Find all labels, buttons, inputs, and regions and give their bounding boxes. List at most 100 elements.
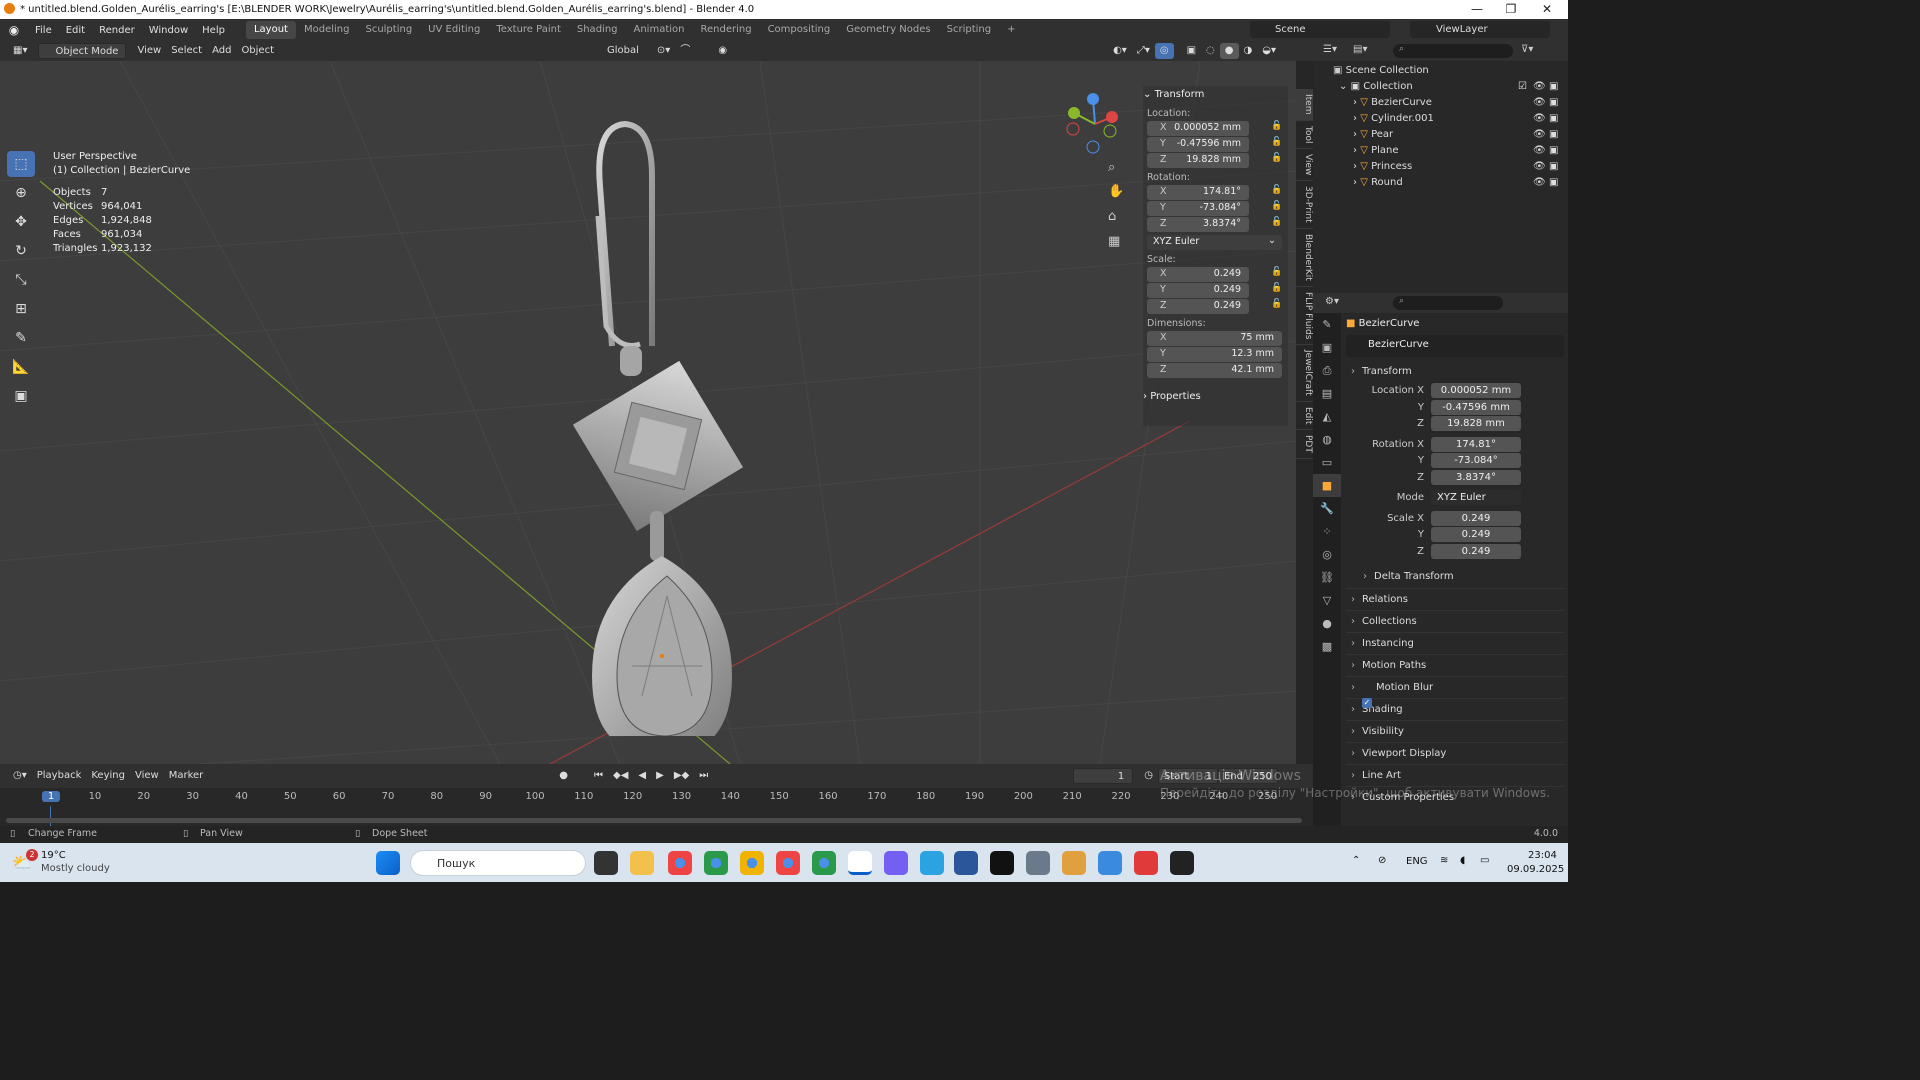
rotation-y-field[interactable]: Y -73.084° 🔓 — [1147, 201, 1282, 216]
lock-icon[interactable]: 🔓 — [1271, 121, 1282, 131]
visibility-section[interactable]: Visibility — [1346, 719, 1564, 743]
display-mode-icon[interactable]: ▤▾ — [1353, 44, 1367, 55]
viber-icon[interactable] — [884, 851, 908, 875]
tab-texture-paint[interactable]: Texture Paint — [488, 21, 569, 39]
texture-tab-icon[interactable]: ▩ — [1313, 635, 1341, 658]
lock-icon[interactable]: 🔓 — [1271, 283, 1282, 293]
tab-view[interactable]: View — [1296, 149, 1313, 182]
marker-menu[interactable]: Marker — [164, 768, 209, 784]
chrome-icon[interactable] — [776, 851, 800, 875]
anydesk-icon[interactable] — [1134, 851, 1158, 875]
word-icon[interactable] — [954, 851, 978, 875]
tab-tool[interactable]: Tool — [1296, 121, 1313, 149]
annotate-tool-icon[interactable]: ✎ — [7, 325, 35, 351]
menu-object[interactable]: Object — [236, 43, 279, 59]
rotation-z-field[interactable]: Z 3.8374° 🔓 — [1147, 217, 1282, 232]
timeline-ruler[interactable]: 1 10 20 30 40 50 60 70 80 90 100 110 120 130 140 150 160… — [0, 788, 1313, 826]
prop-rotation-mode[interactable]: Mode XYZ Euler — [1346, 490, 1564, 506]
tab-jewelcraft[interactable]: JewelCraft — [1296, 345, 1313, 402]
prop-rotation-z[interactable]: Z 3.8374° — [1346, 469, 1564, 486]
menu-window[interactable]: Window — [142, 25, 195, 36]
tab-uv-editing[interactable]: UV Editing — [420, 21, 488, 39]
properties-panel-title[interactable]: › Properties — [1143, 388, 1288, 406]
keying-menu[interactable]: Keying — [86, 768, 130, 784]
modifiers-tab-icon[interactable]: 🔧 — [1313, 497, 1341, 520]
output-tab-icon[interactable]: ⎙ — [1313, 359, 1341, 382]
playhead[interactable] — [50, 806, 51, 826]
tab-geometry-nodes[interactable]: Geometry Nodes — [838, 21, 938, 39]
clock-time[interactable]: 23:04 — [1528, 850, 1557, 861]
record-icon[interactable]: ● — [554, 768, 573, 784]
overlay-toggle-icon[interactable]: ◎ — [1154, 43, 1174, 59]
camera-icon[interactable]: ▣ — [1549, 111, 1558, 127]
line-art-section[interactable]: Line Art — [1346, 763, 1564, 787]
motion-blur-section[interactable]: Motion Blur — [1346, 675, 1564, 699]
eye-icon[interactable]: 👁 — [1533, 143, 1546, 159]
tab-rendering[interactable]: Rendering — [692, 21, 759, 39]
eye-icon[interactable]: 👁 — [1533, 95, 1546, 111]
eye-icon[interactable]: 👁 — [1533, 79, 1546, 95]
tab-modeling[interactable]: Modeling — [296, 21, 358, 39]
file-explorer-icon[interactable] — [630, 851, 654, 875]
camera-icon[interactable]: ▣ — [1549, 159, 1558, 175]
outliner-item-pear[interactable]: › ▽ Pear 👁 ▣ — [1333, 127, 1568, 143]
clock-date[interactable]: 09.09.2025 — [1507, 864, 1564, 875]
blender-menu-icon[interactable]: ◉ — [0, 23, 28, 37]
lock-icon[interactable]: 🔓 — [1271, 137, 1282, 147]
lock-icon[interactable]: 🔓 — [1271, 185, 1282, 195]
wireframe-shading-icon[interactable]: ◌ — [1201, 43, 1220, 59]
scale-tool-icon[interactable]: ⤡ — [7, 267, 35, 293]
timeline-scrollbar[interactable] — [6, 818, 1302, 823]
pivot-icon[interactable]: ⊙▾ — [652, 43, 675, 59]
tab-sculpting[interactable]: Sculpting — [357, 21, 420, 39]
jump-end-icon[interactable]: ⏭ — [694, 768, 713, 784]
constraints-tab-icon[interactable]: ⛓ — [1313, 566, 1341, 589]
prop-scale-x[interactable]: Scale X 0.249 — [1346, 510, 1564, 527]
tab-flip-fluids[interactable]: FLIP Fluids — [1296, 287, 1313, 346]
shading-section[interactable]: Shading — [1346, 697, 1564, 721]
tab-item[interactable]: Item — [1296, 89, 1313, 121]
add-workspace-icon[interactable]: + — [999, 21, 1023, 39]
editor-type-icon[interactable]: ▦▾ — [8, 43, 32, 59]
tab-edit[interactable]: Edit — [1296, 402, 1313, 431]
collection-row[interactable]: ⌄ ▣ Collection ☑ 👁 ▣ — [1333, 79, 1568, 95]
properties-search[interactable]: ⌕ — [1393, 296, 1503, 310]
chrome-icon[interactable] — [740, 851, 764, 875]
checkbox-icon[interactable]: ☑ — [1518, 79, 1527, 95]
outliner-item-beziercurve[interactable]: › ▽ BezierCurve 👁 ▣ — [1333, 95, 1568, 111]
view-menu[interactable]: View — [130, 768, 164, 784]
collections-section[interactable]: Collections — [1346, 609, 1564, 633]
move-tool-icon[interactable]: ✥ — [7, 209, 35, 235]
eye-icon[interactable]: 👁 — [1533, 111, 1546, 127]
viewport-display-section[interactable]: Viewport Display — [1346, 741, 1564, 765]
task-view-icon[interactable] — [594, 851, 618, 875]
solid-shading-icon[interactable]: ● — [1219, 43, 1239, 59]
settings-icon[interactable] — [1026, 851, 1050, 875]
instancing-section[interactable]: Instancing — [1346, 631, 1564, 655]
outliner-item-princess[interactable]: › ▽ Princess 👁 ▣ — [1333, 159, 1568, 175]
object-tab-icon[interactable]: ■ — [1313, 474, 1341, 497]
proportional-icon[interactable]: ◉ — [713, 43, 732, 59]
outliner-item-round[interactable]: › ▽ Round 👁 ▣ — [1333, 175, 1568, 191]
wifi-icon[interactable]: ≋ — [1440, 855, 1448, 866]
delta-transform-section[interactable]: Delta Transform — [1358, 566, 1564, 588]
chrome-icon[interactable] — [812, 851, 836, 875]
filter-icon[interactable]: ⊽▾ — [1521, 44, 1533, 55]
location-x-field[interactable]: X 0.000052 mm 🔓 — [1147, 121, 1282, 136]
camera-icon[interactable]: ▣ — [1549, 79, 1558, 95]
measure-tool-icon[interactable]: 📐 — [7, 354, 35, 380]
scene-tab-icon[interactable]: ◭ — [1313, 405, 1341, 428]
close-button[interactable]: ✕ — [1530, 0, 1564, 19]
transform-panel-title[interactable]: ⌄ Transform — [1143, 86, 1288, 104]
prop-location-z[interactable]: Z 19.828 mm — [1346, 416, 1564, 432]
eye-icon[interactable]: 👁 — [1533, 127, 1546, 143]
prop-location-y[interactable]: Y -0.47596 mm — [1346, 399, 1564, 416]
minimize-button[interactable]: — — [1460, 0, 1494, 19]
lock-icon[interactable]: 🔓 — [1271, 267, 1282, 277]
object-name-field[interactable]: BezierCurve — [1346, 335, 1564, 357]
volume-icon[interactable]: ◖ — [1460, 855, 1465, 866]
menu-help[interactable]: Help — [195, 25, 232, 36]
network-off-icon[interactable]: ⊘ — [1378, 855, 1386, 866]
eye-icon[interactable]: 👁 — [1533, 159, 1546, 175]
viewlayer-selector[interactable]: ViewLayer — [1410, 21, 1550, 38]
